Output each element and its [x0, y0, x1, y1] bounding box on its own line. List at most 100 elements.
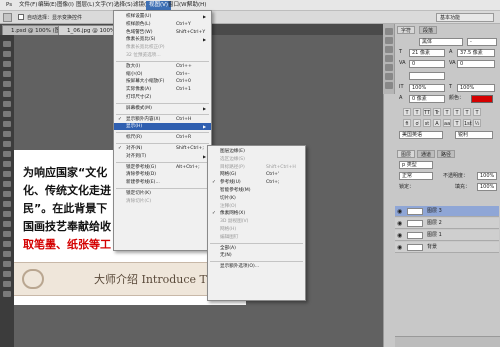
tool-icon[interactable]: [3, 201, 11, 207]
tool-icon[interactable]: [3, 141, 11, 147]
leading-field[interactable]: 37.5 像素: [457, 49, 495, 57]
menu-item[interactable]: 显示额外选项(O)...: [208, 263, 305, 270]
menu-item[interactable]: 网格(G) Ctrl+': [208, 171, 305, 178]
all-caps-button[interactable]: TT: [423, 108, 431, 116]
tool-icon[interactable]: [3, 101, 11, 107]
menu-item[interactable]: ✓ 参考线(U) Ctrl+;: [208, 179, 305, 186]
baseline-field[interactable]: 0 像素: [409, 95, 445, 103]
tool-icon[interactable]: [3, 121, 11, 127]
menu-item[interactable]: 对齐到(T) ▶: [114, 153, 211, 160]
stylistic-button[interactable]: st: [423, 119, 431, 127]
fraction-button[interactable]: T: [453, 119, 461, 127]
menu-item[interactable]: 新建参考线(E)...: [114, 179, 211, 186]
ordinal-button[interactable]: aa: [443, 119, 451, 127]
tool-icon[interactable]: [3, 51, 11, 57]
tool-icon[interactable]: [3, 91, 11, 97]
text-color-swatch[interactable]: [471, 95, 493, 103]
font-family-select[interactable]: 黑体: [419, 38, 463, 46]
move-tool-icon[interactable]: [3, 13, 12, 22]
tool-icon[interactable]: [3, 41, 11, 47]
menu-item[interactable]: 按屏幕大小缩放(F) Ctrl+0: [114, 78, 211, 85]
tool-icon[interactable]: [3, 211, 11, 217]
underline-button[interactable]: T: [463, 108, 471, 116]
layer-row[interactable]: ◉ 背景: [395, 242, 499, 253]
tool-icon[interactable]: [3, 231, 11, 237]
visibility-eye-icon[interactable]: ◉: [397, 233, 402, 239]
panel-toggle-icon[interactable]: [385, 46, 393, 53]
menu-item[interactable]: 显示(H) ▶: [114, 123, 211, 131]
tool-icon[interactable]: [3, 241, 11, 247]
menu-item[interactable]: 标尺(R) Ctrl+R: [114, 134, 211, 141]
ligature-button[interactable]: fi: [403, 119, 411, 127]
tab-channels[interactable]: 通道: [417, 150, 436, 158]
tab-paragraph[interactable]: 段落: [419, 26, 438, 34]
visibility-eye-icon[interactable]: ◉: [397, 209, 402, 215]
show-transform-label[interactable]: 显示变换控件: [52, 14, 82, 21]
anti-alias-select[interactable]: 锐利: [455, 131, 493, 139]
panel-toggle-icon[interactable]: [385, 37, 393, 44]
half-button[interactable]: ½: [473, 119, 481, 127]
tool-icon[interactable]: [3, 151, 11, 157]
visibility-eye-icon[interactable]: ◉: [397, 245, 402, 251]
layer-row[interactable]: ◉ 图层 3: [395, 206, 499, 217]
small-caps-button[interactable]: Tr: [433, 108, 441, 116]
menu-item[interactable]: 缩小(O) Ctrl+-: [114, 71, 211, 78]
menu-item[interactable]: 清除参考线(D): [114, 171, 211, 178]
tab-paths[interactable]: 路径: [437, 150, 456, 158]
menu-item[interactable]: 实际像素(A) Ctrl+1: [114, 86, 211, 93]
workspace-select[interactable]: 基本功能: [436, 13, 494, 22]
menu-item[interactable]: 校样设置(U) ▶: [114, 13, 211, 20]
layer-kind-filter[interactable]: p 类型: [399, 161, 433, 169]
panel-toggle-icon[interactable]: [385, 82, 393, 89]
faux-bold-button[interactable]: T: [403, 108, 411, 116]
tool-icon[interactable]: [3, 191, 11, 197]
font-size-field[interactable]: 21 像素: [409, 49, 445, 57]
subscript-button[interactable]: T: [453, 108, 461, 116]
strikethrough-button[interactable]: T: [473, 108, 481, 116]
auto-select-checkbox[interactable]: [18, 14, 24, 20]
fill-field[interactable]: 100%: [477, 183, 497, 191]
tool-icon[interactable]: [3, 251, 11, 257]
tool-icon[interactable]: [3, 181, 11, 187]
layer-row[interactable]: ◉ 图层 2: [395, 218, 499, 229]
menu-item[interactable]: 色域警告(W) Shift+Ctrl+Y: [114, 29, 211, 36]
blend-mode-select[interactable]: 正常: [399, 172, 433, 180]
faux-italic-button[interactable]: T: [413, 108, 421, 116]
tool-icon[interactable]: [3, 221, 11, 227]
tracking-percent-field[interactable]: [409, 72, 445, 80]
tab-layers[interactable]: 图层: [397, 150, 416, 158]
horizontal-scale-field[interactable]: 100%: [457, 84, 495, 92]
font-style-select[interactable]: -: [467, 38, 497, 46]
menu-item[interactable]: 校样颜色(L) Ctrl+Y: [114, 21, 211, 28]
vertical-scale-field[interactable]: 100%: [409, 84, 445, 92]
menu-item[interactable]: 像素长宽比(S) ▶: [114, 36, 211, 43]
menu-item[interactable]: ✓ 像素网格(X): [208, 210, 305, 217]
tool-icon[interactable]: [3, 81, 11, 87]
menu-10[interactable]: 帮助(H): [184, 1, 209, 10]
panel-toggle-icon[interactable]: [385, 64, 393, 71]
menu-item[interactable]: 图层边缘(E): [208, 148, 305, 155]
tool-icon[interactable]: [3, 271, 11, 277]
language-select[interactable]: 美国英语: [399, 131, 443, 139]
menu-item[interactable]: 全部(A): [208, 245, 305, 252]
panel-toggle-icon[interactable]: [385, 73, 393, 80]
menu-item[interactable]: 打印尺寸(Z): [114, 94, 211, 101]
tool-icon[interactable]: [3, 171, 11, 177]
layer-row[interactable]: ◉ 图层 1: [395, 230, 499, 241]
tool-icon[interactable]: [3, 61, 11, 67]
menu-item[interactable]: 锁定参考线(G) Alt+Ctrl+;: [114, 164, 211, 171]
tool-icon[interactable]: [3, 131, 11, 137]
menu-item[interactable]: 放大(I) Ctrl++: [114, 63, 211, 70]
superscript-button[interactable]: T: [443, 108, 451, 116]
tool-icon[interactable]: [3, 71, 11, 77]
app-logo[interactable]: Ps: [3, 1, 15, 10]
tool-icon[interactable]: [3, 261, 11, 267]
menu-item[interactable]: 锁定切片(K): [114, 190, 211, 197]
tab-character[interactable]: 字符: [397, 26, 416, 34]
titling-button[interactable]: A: [433, 119, 441, 127]
panel-toggle-icon[interactable]: [385, 28, 393, 35]
opacity-field[interactable]: 100%: [477, 172, 497, 180]
tool-icon[interactable]: [3, 281, 11, 287]
kerning-field[interactable]: 0: [409, 60, 445, 68]
menu-item[interactable]: 屏幕模式(M) ▶: [114, 105, 211, 112]
